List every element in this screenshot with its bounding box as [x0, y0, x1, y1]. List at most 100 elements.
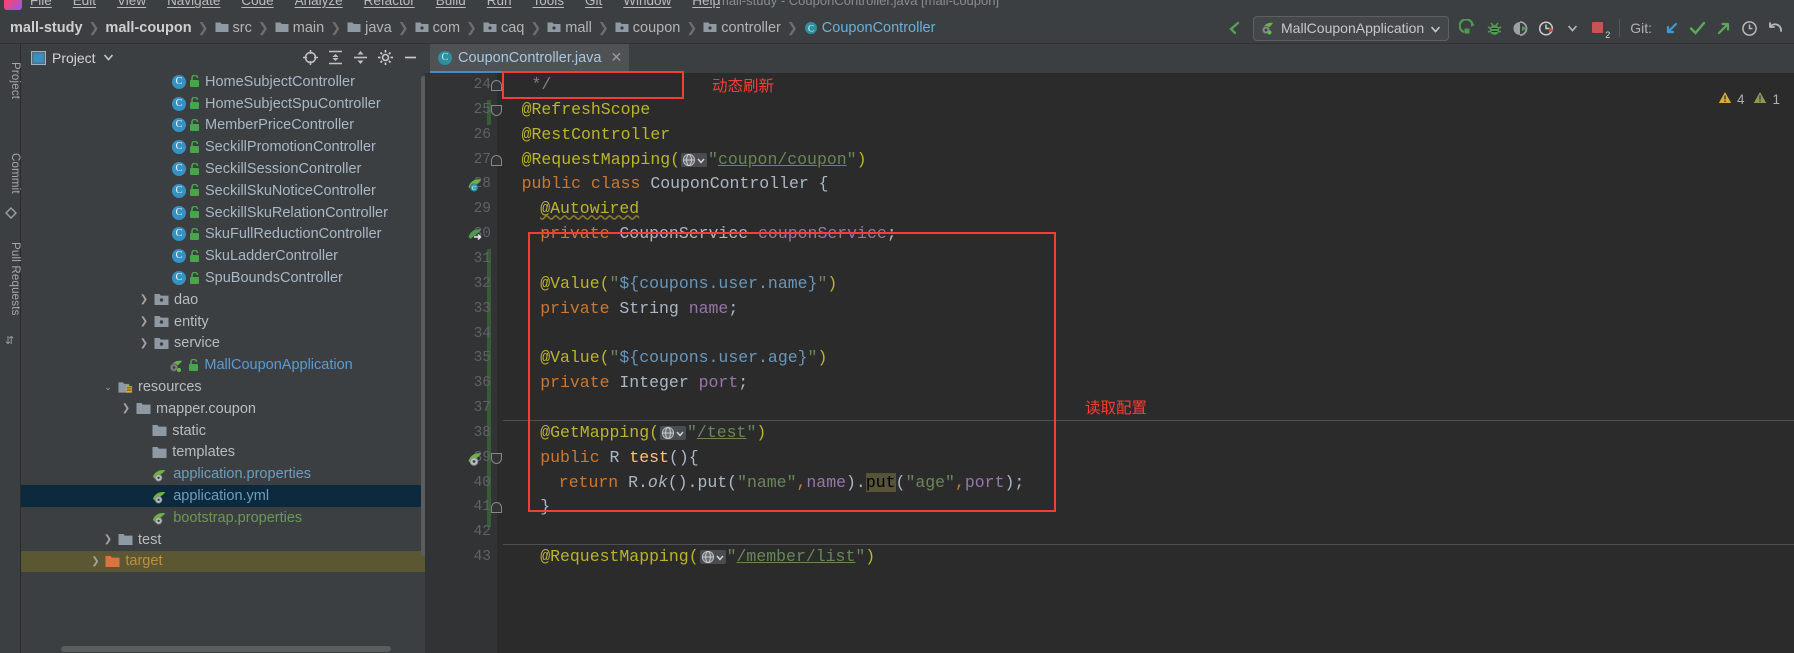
- code-line-32[interactable]: @Value("${coupons.user.name}"): [540, 274, 837, 293]
- code-line-38[interactable]: @GetMapping("/test"): [540, 423, 766, 442]
- menu-item-analyze[interactable]: Analyze: [295, 0, 343, 8]
- tree-item-bootstrap-properties[interactable]: · bootstrap.properties: [21, 507, 425, 529]
- tree-item-mapper-coupon[interactable]: ❯ mapper.coupon: [21, 398, 425, 420]
- chevron-right-icon[interactable]: ❯: [137, 338, 151, 349]
- tree-item-entity[interactable]: ❯ entity: [21, 311, 425, 333]
- menu-item-git[interactable]: Git: [585, 0, 602, 8]
- code-line-27[interactable]: @RequestMapping("coupon/coupon"): [522, 150, 867, 169]
- menu-item-window[interactable]: Window: [623, 0, 671, 8]
- editor-tab-coupon-controller[interactable]: C CouponController.java ✕: [430, 44, 630, 73]
- breadcrumb-item-mall-study[interactable]: mall-study: [10, 20, 83, 36]
- web-mapping-icon[interactable]: [660, 425, 687, 440]
- update-arrow-icon[interactable]: [1658, 15, 1684, 41]
- run-configuration-selector[interactable]: MallCouponApplication: [1253, 15, 1450, 41]
- profiler-clock-icon[interactable]: [1533, 15, 1559, 41]
- chevron-right-icon[interactable]: ❯: [137, 316, 151, 327]
- expand-all-icon[interactable]: [323, 45, 348, 70]
- menu-item-navigate[interactable]: Navigate: [167, 0, 220, 8]
- editor-gutter[interactable]: 24 25 26 27 28 C 29 30 31 32 33 34 35 36 37 38 39 40 41 42 4…: [425, 73, 502, 653]
- breadcrumb-item-caq[interactable]: caq: [483, 20, 524, 36]
- spring-navigate-icon[interactable]: [467, 226, 484, 243]
- code-line-26[interactable]: @RestController: [522, 125, 671, 144]
- stop-button[interactable]: 2: [1585, 15, 1611, 41]
- tool-window-commit[interactable]: Commit: [0, 144, 21, 202]
- code-line-29[interactable]: @Autowired: [540, 200, 639, 218]
- collapse-all-icon[interactable]: [348, 45, 373, 70]
- code-fold-marker[interactable]: [491, 104, 502, 116]
- menu-item-edit[interactable]: Edit: [73, 0, 96, 8]
- tree-item-dao[interactable]: ❯ dao: [21, 289, 425, 311]
- tree-item-templates[interactable]: · templates: [21, 442, 425, 464]
- menu-item-build[interactable]: Build: [436, 0, 466, 8]
- code-line-43[interactable]: @RequestMapping("/member/list"): [540, 548, 875, 566]
- tool-window-pull-requests[interactable]: Pull Requests: [0, 230, 21, 328]
- chevron-right-icon[interactable]: ❯: [101, 534, 115, 545]
- breadcrumb-item-controller[interactable]: controller: [703, 20, 781, 36]
- menu-item-code[interactable]: Code: [241, 0, 273, 8]
- code-line-35[interactable]: @Value("${coupons.user.age}"): [540, 349, 827, 367]
- tree-item-skuladdercontroller[interactable]: ·C SkuLadderController: [21, 245, 425, 267]
- code-fold-marker[interactable]: [491, 502, 502, 514]
- code-line-33[interactable]: private String name;: [540, 299, 738, 318]
- back-arrow-icon[interactable]: [1221, 15, 1247, 41]
- code-fold-marker[interactable]: [491, 154, 502, 166]
- chevron-right-icon[interactable]: ❯: [88, 556, 102, 567]
- tree-item-seckillskunoticecontroller[interactable]: ·C SeckillSkuNoticeController: [21, 180, 425, 202]
- clock-icon[interactable]: [1736, 15, 1762, 41]
- breadcrumb-item-com[interactable]: com: [415, 20, 460, 36]
- menu-item-tools[interactable]: Tools: [533, 0, 565, 8]
- breadcrumb-item-main[interactable]: main: [275, 20, 324, 36]
- code-line-24[interactable]: */: [522, 76, 551, 94]
- push-arrow-icon[interactable]: [1710, 15, 1736, 41]
- chevron-down-icon[interactable]: [103, 53, 113, 63]
- menu-item-refactor[interactable]: Refactor: [364, 0, 415, 8]
- coverage-icon[interactable]: [1507, 15, 1533, 41]
- run-button[interactable]: [1455, 15, 1481, 41]
- breadcrumb-item-mall[interactable]: mall: [547, 20, 592, 36]
- inspection-status[interactable]: 4 1: [1718, 91, 1780, 107]
- tree-item-skufullreductioncontroller[interactable]: ·C SkuFullReductionController: [21, 224, 425, 246]
- tree-item-mallcouponapplication[interactable]: · MallCouponApplication: [21, 354, 425, 376]
- breadcrumb[interactable]: mall-study ❯ mall-coupon ❯ src ❯ main ❯ java ❯ com…: [10, 11, 935, 44]
- breadcrumb-item-coupon[interactable]: coupon: [615, 20, 680, 36]
- close-icon[interactable]: ✕: [610, 49, 622, 66]
- code-line-40[interactable]: return R.ok().put("name",name).put("age"…: [559, 472, 1024, 492]
- menu-bar[interactable]: File Edit View Navigate Code Analyze Refactor B…: [0, 0, 1794, 11]
- menu-item-view[interactable]: View: [117, 0, 146, 8]
- tree-item-memberpricecontroller[interactable]: ·C MemberPriceController: [21, 115, 425, 137]
- tree-item-spuboundscontroller[interactable]: ·C SpuBoundsController: [21, 267, 425, 289]
- tree-item-resources[interactable]: ⌄ resources: [21, 376, 425, 398]
- spring-endpoint-icon[interactable]: [467, 450, 484, 467]
- code-line-28[interactable]: public class CouponController {: [522, 175, 829, 193]
- code-line-36[interactable]: private Integer port;: [540, 374, 748, 392]
- code-editor[interactable]: 24 25 26 27 28 C 29 30 31 32 33 34 35 36 37 38 39 40 41 42 4…: [425, 73, 1794, 653]
- spring-bean-icon[interactable]: C: [467, 176, 484, 193]
- breadcrumb-item-src[interactable]: src: [215, 20, 252, 36]
- project-tree-scrollbar-horizontal[interactable]: [61, 646, 391, 652]
- revert-icon[interactable]: [1762, 15, 1788, 41]
- menu-items[interactable]: File Edit View Navigate Code Analyze Refactor B…: [30, 0, 720, 8]
- tree-item-application-properties[interactable]: · application.properties: [21, 463, 425, 485]
- code-line-39[interactable]: public R test(){: [540, 448, 698, 467]
- menu-item-help[interactable]: Help: [692, 0, 720, 8]
- code-line-25[interactable]: @RefreshScope: [522, 100, 651, 119]
- menu-item-run[interactable]: Run: [487, 0, 512, 8]
- menu-item-file[interactable]: File: [30, 0, 52, 8]
- code-line-41[interactable]: }: [540, 498, 550, 516]
- code-lines[interactable]: */ @RefreshScope @RestController @RequestMa…: [503, 73, 1794, 653]
- breadcrumb-item-mall-coupon[interactable]: mall-coupon: [105, 20, 191, 36]
- tree-item-static[interactable]: · static: [21, 420, 425, 442]
- tree-item-application-yml[interactable]: · application.yml: [21, 485, 425, 507]
- tree-item-seckillpromotioncontroller[interactable]: ·C SeckillPromotionController: [21, 136, 425, 158]
- project-tree[interactable]: ·CHomeSubjectController·CHomeSubjectSpuC…: [21, 71, 425, 653]
- check-icon[interactable]: [1684, 15, 1710, 41]
- code-fold-marker[interactable]: [491, 452, 502, 464]
- gear-icon[interactable]: [373, 45, 398, 70]
- chevron-down-icon[interactable]: [1559, 15, 1585, 41]
- web-mapping-icon[interactable]: [699, 550, 726, 565]
- target-icon[interactable]: [298, 45, 323, 70]
- tree-item-homesubjectcontroller[interactable]: ·C HomeSubjectController: [21, 71, 425, 93]
- breadcrumb-item-couponcontroller[interactable]: C CouponController: [804, 20, 935, 36]
- tree-item-seckillskurelationcontroller[interactable]: ·C SeckillSkuRelationController: [21, 202, 425, 224]
- tree-item-service[interactable]: ❯ service: [21, 333, 425, 355]
